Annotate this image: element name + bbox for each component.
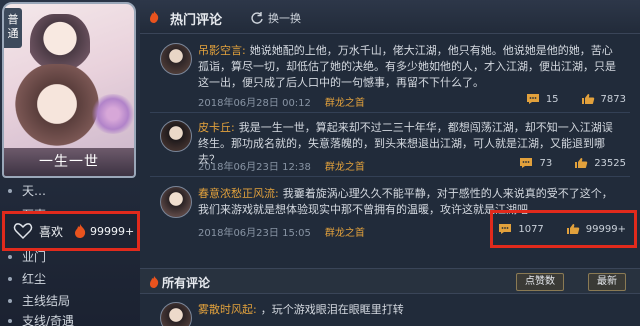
comment-meta: 2018年06月23日 15:05 群龙之首 <box>198 224 365 239</box>
flame-icon <box>150 11 159 23</box>
left-panel: 普通 一生一世 天… 万事… 业门 红尘 主线结局 支线/奇遇 喜欢 99999… <box>0 0 140 326</box>
divider <box>150 112 630 113</box>
all-comments-title: 所有评论 <box>162 276 211 290</box>
comment-username[interactable]: 春意浓愁正风流: <box>198 187 279 200</box>
comment-date: 2018年06月23日 15:05 <box>198 228 311 239</box>
menu-item-1[interactable]: 天… <box>0 180 140 202</box>
comment-meta: 2018年06月23日 12:38 群龙之首 <box>198 158 365 173</box>
reply-count: 73 <box>539 157 553 169</box>
like-label: 喜欢 <box>39 224 64 239</box>
highlight-box <box>490 210 637 248</box>
comment-username[interactable]: 吊影空言: <box>198 44 246 57</box>
hot-comments-title: 热门评论 <box>170 13 223 28</box>
comment-stats: 73 23525 <box>519 157 626 169</box>
divider <box>150 176 630 177</box>
avatar[interactable] <box>160 186 192 218</box>
like-count: 99999+ <box>90 224 135 238</box>
thumbs-up-icon[interactable] <box>581 93 595 105</box>
like-count: 23525 <box>594 157 626 169</box>
avatar[interactable] <box>160 43 192 75</box>
refresh-label: 换一换 <box>268 12 301 25</box>
like-count: 7873 <box>600 93 626 105</box>
ending-card[interactable]: 普通 一生一世 <box>2 2 136 178</box>
comment-game: 群龙之首 <box>324 98 365 109</box>
sort-by-likes-button[interactable]: 点赞数 <box>516 273 564 291</box>
menu-item-5[interactable]: 主线结局 <box>0 290 140 312</box>
card-art-flower <box>90 94 134 134</box>
comment-date: 2018年06月28日 00:12 <box>198 98 311 109</box>
reply-icon[interactable] <box>519 157 533 169</box>
thumbs-up-icon[interactable] <box>574 157 588 169</box>
fire-icon <box>75 224 86 238</box>
comment-game: 群龙之首 <box>324 162 365 173</box>
comment-stats: 15 7873 <box>526 93 626 105</box>
hot-comments-header: 热门评论 换一换 <box>140 0 640 34</box>
comment-username[interactable]: 雾散时风起: <box>198 303 257 316</box>
reply-count: 15 <box>545 93 559 105</box>
comment-username[interactable]: 皮卡丘: <box>198 121 235 134</box>
avatar[interactable] <box>160 120 192 152</box>
sort-by-latest-button[interactable]: 最新 <box>588 273 626 291</box>
heart-icon[interactable] <box>13 221 33 241</box>
comment-game: 群龙之首 <box>324 228 365 239</box>
menu-item-6[interactable]: 支线/奇遇 <box>0 310 140 326</box>
all-comments-header: 所有评论 点赞数 最新 <box>140 268 640 294</box>
comment-text: 雾散时风起: ，玩个游戏眼泪在眼眶里打转 <box>198 303 404 316</box>
comments-pane: 热门评论 换一换 吊影空言: 她说她配的上他，万水千山，佬大江湖，他只有她。他说她… <box>140 0 640 326</box>
like-box[interactable]: 喜欢 99999+ <box>2 211 140 251</box>
comment-meta: 2018年06月28日 00:12 群龙之首 <box>198 94 365 109</box>
refresh-icon <box>251 12 263 24</box>
comment-date: 2018年06月23日 12:38 <box>198 162 311 173</box>
flame-icon <box>150 276 159 288</box>
refresh-button[interactable]: 换一换 <box>250 10 301 26</box>
card-name: 一生一世 <box>4 148 134 176</box>
card-rarity-badge: 普通 <box>4 8 22 48</box>
avatar[interactable] <box>160 302 192 326</box>
comment-text: 吊影空言: 她说她配的上他，万水千山，佬大江湖，他只有她。他说她是他的她，苦心孤诣… <box>198 44 616 89</box>
menu-item-4[interactable]: 红尘 <box>0 268 140 290</box>
reply-icon[interactable] <box>526 93 540 105</box>
